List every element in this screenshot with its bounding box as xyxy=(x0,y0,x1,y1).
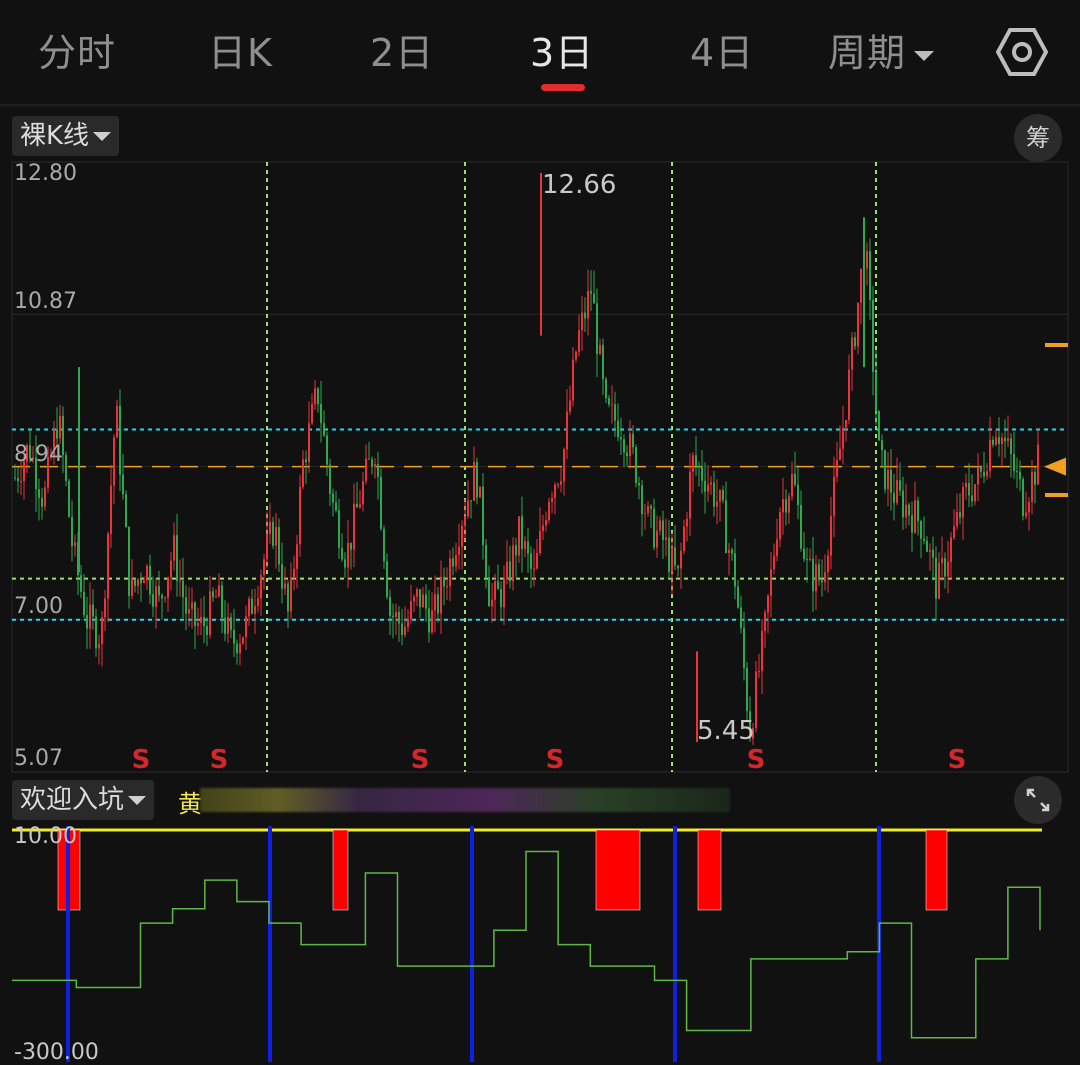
signal-block xyxy=(595,829,641,911)
indicator-line xyxy=(12,850,1041,1039)
sub-axis-bottom-label: -300.00 xyxy=(14,1040,99,1065)
sub-indicator-chart[interactable] xyxy=(0,0,1080,1062)
signal-block xyxy=(697,829,722,911)
signal-block xyxy=(925,829,948,911)
signal-block xyxy=(332,829,349,911)
sub-axis-top-label: 10.00 xyxy=(14,824,77,849)
